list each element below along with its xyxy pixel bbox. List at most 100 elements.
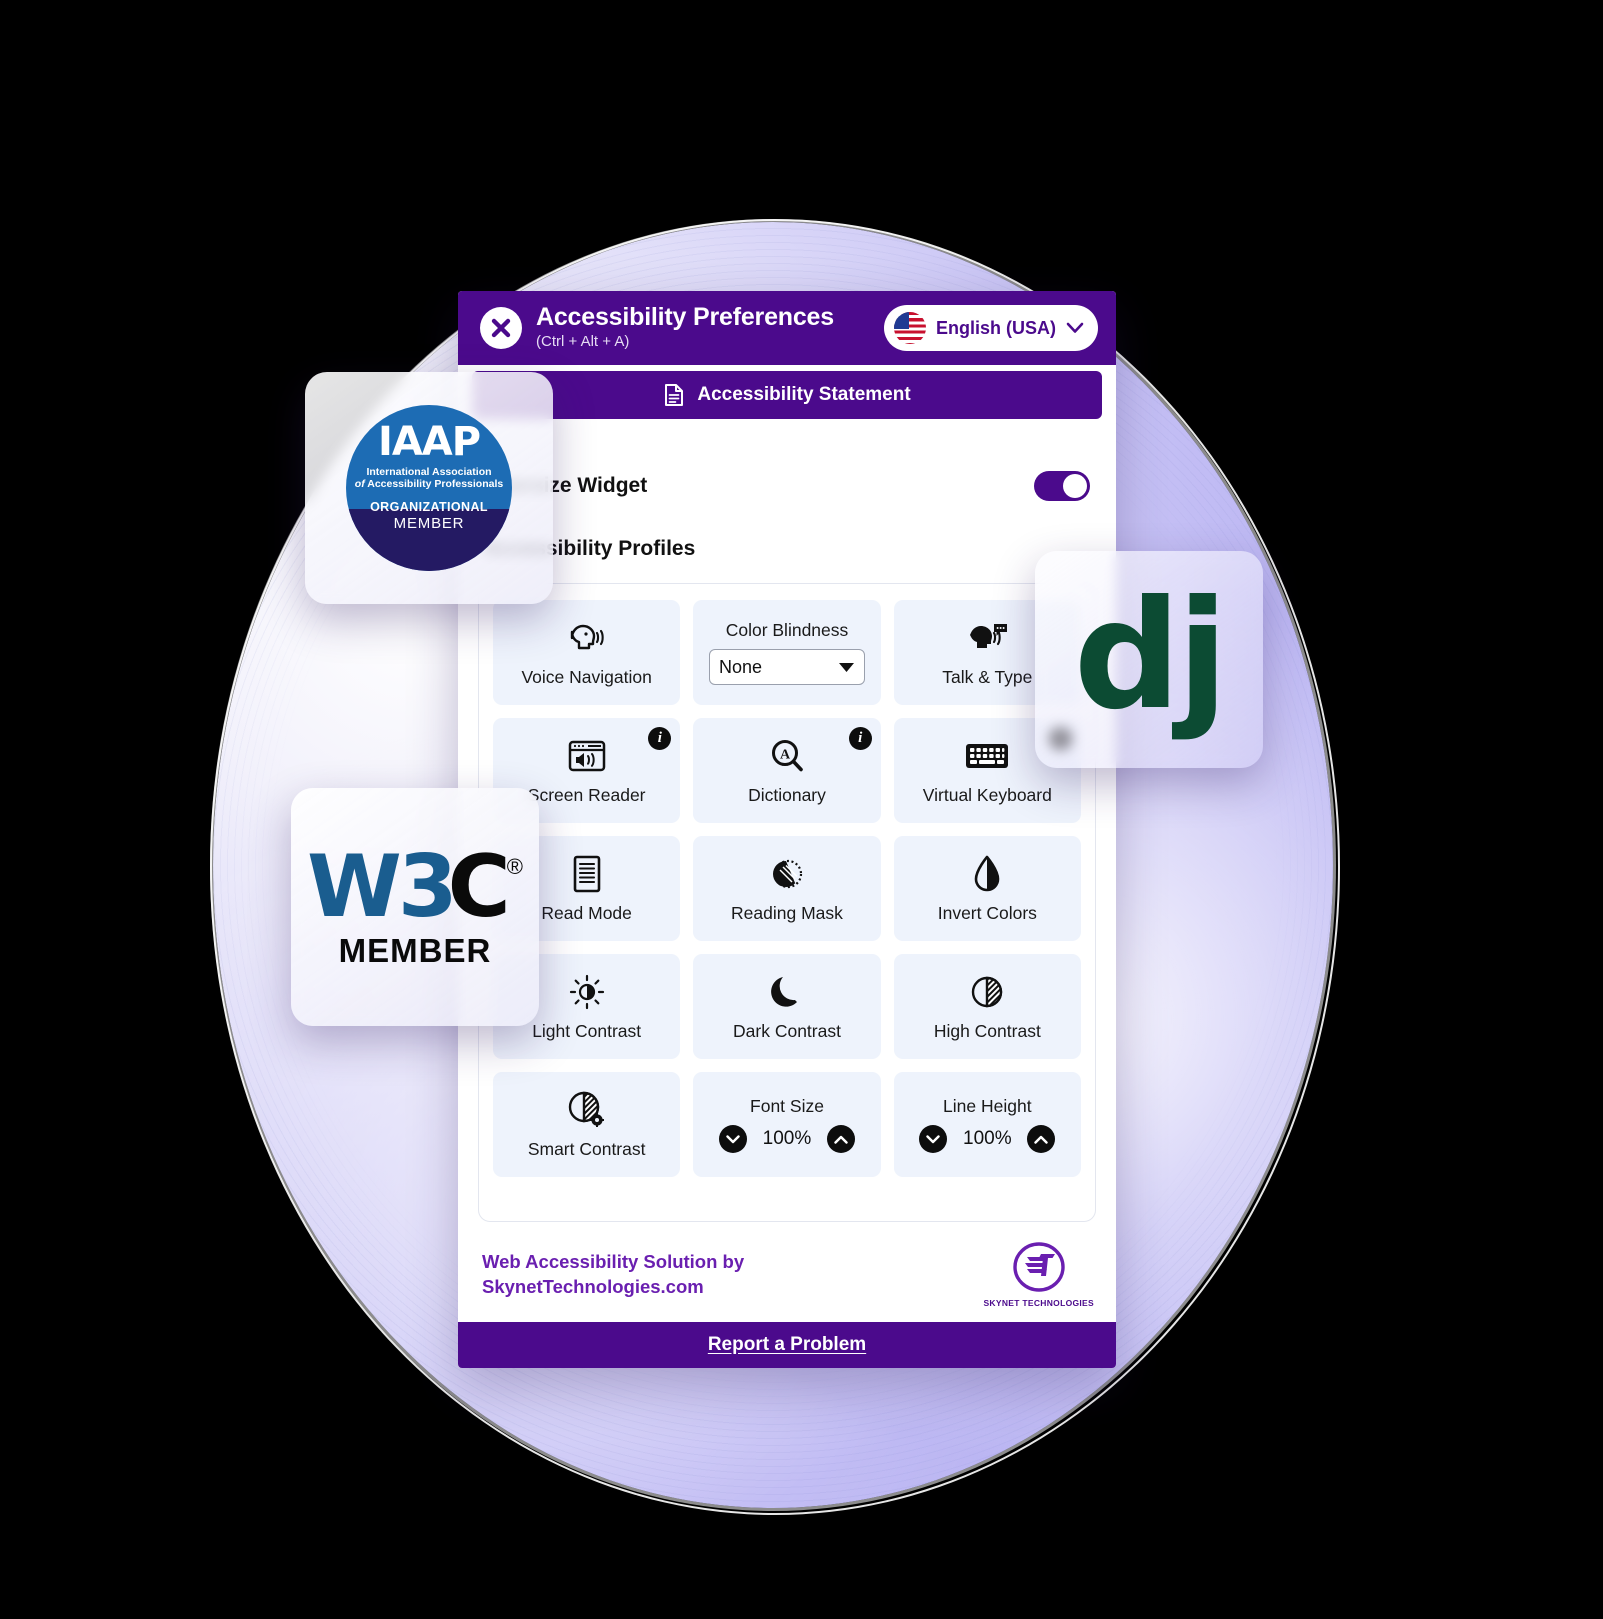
- iaap-tier: ORGANIZATIONAL: [370, 500, 488, 514]
- statement-band: Accessibility Statement: [458, 365, 1116, 427]
- widget-footer: Web Accessibility Solution by SkynetTech…: [458, 1225, 1116, 1322]
- iaap-logo: IAAP International Association of Access…: [346, 405, 512, 571]
- keyboard-shortcut-hint: (Ctrl + Alt + A): [536, 333, 630, 351]
- tile-dark-contrast[interactable]: Dark Contrast: [693, 954, 881, 1059]
- tile-label: Screen Reader: [527, 785, 646, 805]
- tile-label: Voice Navigation: [521, 667, 652, 687]
- screen-reader-icon: [567, 735, 607, 777]
- feature-grid: Voice Navigation Color Blindness None Ta…: [493, 600, 1081, 1177]
- tile-color-blindness[interactable]: Color Blindness None: [693, 600, 881, 705]
- iaap-line1: International Association: [366, 466, 492, 478]
- iaap-acronym: IAAP: [377, 419, 481, 465]
- iaap-line2: of Accessibility Professionals: [355, 478, 503, 490]
- skynet-logo: SKYNET TECHNOLOGIES: [983, 1241, 1094, 1308]
- footer-credit: Web Accessibility Solution by SkynetTech…: [482, 1250, 744, 1299]
- tile-label: Light Contrast: [532, 1021, 642, 1041]
- color-blindness-select[interactable]: None: [708, 649, 865, 685]
- line-height-increase-button[interactable]: [1027, 1125, 1056, 1153]
- toggle-knob: [1063, 474, 1087, 498]
- w3c-wordmark: W3 C ®: [307, 844, 523, 930]
- font-size-decrease-button[interactable]: [718, 1125, 747, 1153]
- font-size-stepper: 100%: [718, 1125, 855, 1153]
- statement-button-label: Accessibility Statement: [697, 384, 911, 405]
- tile-label: Smart Contrast: [527, 1139, 646, 1159]
- color-blindness-value: None: [718, 656, 763, 677]
- w3c-logo: W3 C ® MEMBER: [307, 844, 523, 970]
- high-contrast-icon: [969, 971, 1005, 1013]
- iaap-line2-rest: Accessibility Professionals: [367, 478, 504, 490]
- oversize-widget-row: Oversize Widget: [472, 427, 1102, 501]
- tile-invert-colors[interactable]: Invert Colors: [893, 836, 1081, 941]
- widget-header: Accessibility Preferences (Ctrl + Alt + …: [458, 291, 1116, 365]
- iaap-line2-italic: of: [354, 478, 365, 490]
- skynet-logo-name: SKYNET TECHNOLOGIES: [983, 1298, 1094, 1308]
- read-mode-icon: [572, 853, 602, 895]
- dark-contrast-icon: [770, 971, 804, 1013]
- header-titles: Accessibility Preferences (Ctrl + Alt + …: [536, 304, 870, 352]
- footer-credit-line2: SkynetTechnologies.com: [482, 1275, 704, 1297]
- widget-body: Oversize Widget Accessibility Profiles V…: [458, 427, 1116, 1225]
- tile-reading-mask[interactable]: Reading Mask: [693, 836, 881, 941]
- tile-font-size[interactable]: Font Size 100%: [693, 1072, 881, 1177]
- accessibility-statement-button[interactable]: Accessibility Statement: [472, 371, 1102, 419]
- light-contrast-icon: [569, 971, 605, 1013]
- registered-mark-icon: ®: [506, 854, 524, 879]
- accessibility-widget-panel: Accessibility Preferences (Ctrl + Alt + …: [458, 291, 1116, 1368]
- line-height-decrease-button[interactable]: [919, 1125, 948, 1153]
- close-x-icon: [491, 318, 511, 338]
- tile-smart-contrast[interactable]: Smart Contrast: [493, 1072, 681, 1177]
- django-badge-card: dj: [1035, 551, 1263, 768]
- w3c-w3: W3: [306, 837, 458, 937]
- reading-mask-icon: [767, 853, 807, 895]
- talk-and-type-icon: [965, 617, 1009, 659]
- line-height-value: 100%: [963, 1128, 1012, 1149]
- tile-label: Font Size: [750, 1096, 824, 1116]
- usa-flag-icon: [894, 312, 926, 344]
- accessibility-profiles-row[interactable]: Accessibility Profiles: [472, 501, 1102, 561]
- chevron-up-icon: [1034, 1135, 1049, 1144]
- font-size-increase-button[interactable]: [826, 1125, 855, 1153]
- voice-navigation-icon: [566, 617, 608, 659]
- tile-voice-navigation[interactable]: Voice Navigation: [493, 600, 681, 705]
- chevron-down-icon: [926, 1134, 941, 1143]
- feature-grid-container: Voice Navigation Color Blindness None Ta…: [478, 583, 1096, 1222]
- line-height-stepper: 100%: [919, 1125, 1056, 1153]
- close-button[interactable]: [480, 307, 522, 349]
- tile-label: Read Mode: [541, 903, 632, 923]
- smart-contrast-icon: [567, 1089, 607, 1131]
- tile-label: High Contrast: [933, 1021, 1041, 1041]
- chevron-up-icon: [834, 1135, 848, 1144]
- report-problem-button[interactable]: Report a Problem: [458, 1322, 1116, 1368]
- tile-label: Virtual Keyboard: [922, 785, 1052, 805]
- w3c-c: C: [447, 837, 511, 937]
- language-label: English (USA): [936, 317, 1056, 338]
- tile-high-contrast[interactable]: High Contrast: [893, 954, 1081, 1059]
- invert-colors-icon: [972, 853, 1002, 895]
- page-title: Accessibility Preferences: [536, 303, 834, 332]
- info-icon[interactable]: i: [648, 727, 672, 750]
- iaap-member: MEMBER: [393, 515, 465, 532]
- oversize-widget-toggle[interactable]: [1034, 471, 1090, 501]
- document-icon: [665, 384, 684, 406]
- font-size-value: 100%: [762, 1128, 812, 1149]
- tile-label: Dark Contrast: [733, 1021, 841, 1041]
- django-logo: dj: [1073, 568, 1229, 743]
- chevron-down-icon: [838, 662, 854, 672]
- info-icon[interactable]: i: [848, 727, 872, 750]
- tile-label: Color Blindness: [725, 620, 849, 640]
- skynet-logo-icon: [1013, 1242, 1065, 1292]
- accessibility-profiles-label: Accessibility Profiles: [484, 537, 696, 560]
- iaap-badge-card: IAAP International Association of Access…: [305, 372, 553, 604]
- footer-credit-line1: Web Accessibility Solution by: [482, 1251, 745, 1273]
- virtual-keyboard-icon: [965, 735, 1009, 777]
- language-selector[interactable]: English (USA): [884, 305, 1098, 351]
- tile-label: Line Height: [943, 1096, 1032, 1116]
- w3c-badge-card: W3 C ® MEMBER: [291, 788, 539, 1026]
- tile-dictionary[interactable]: i A Dictionary: [693, 718, 881, 823]
- dictionary-icon: A: [768, 735, 806, 777]
- report-problem-label: Report a Problem: [707, 1334, 867, 1355]
- tile-line-height[interactable]: Line Height 100%: [893, 1072, 1081, 1177]
- chevron-down-icon: [726, 1134, 740, 1143]
- tile-label: Invert Colors: [937, 903, 1037, 923]
- tile-label: Talk & Type: [942, 667, 1033, 687]
